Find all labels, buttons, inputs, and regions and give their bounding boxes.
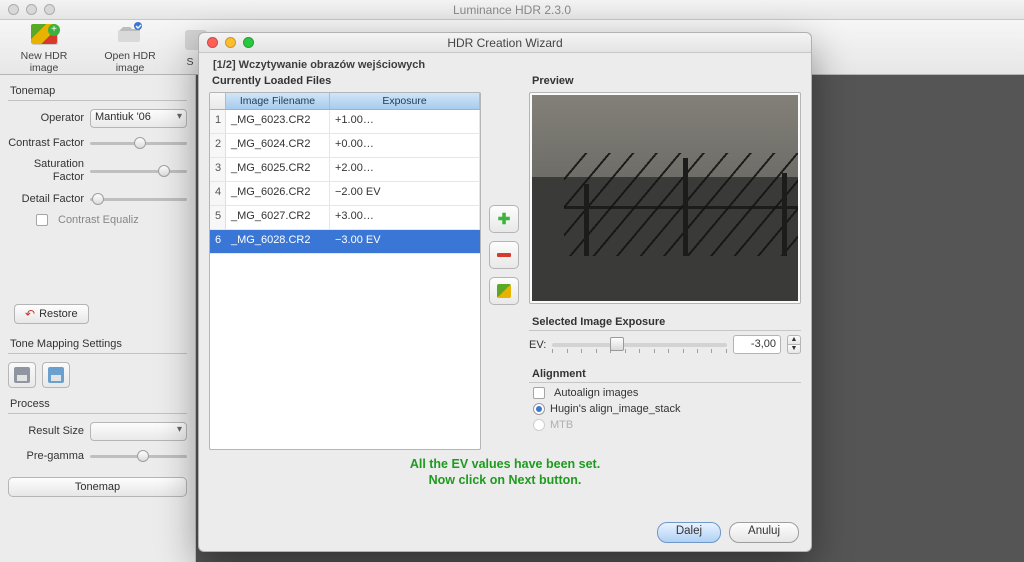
table-row[interactable]: 4_MG_6026.CR2−2.00 EV	[210, 182, 480, 206]
saturation-label: Saturation Factor	[8, 158, 84, 184]
contrast-equalization-checkbox[interactable]	[36, 214, 48, 226]
plus-icon: ✚	[498, 210, 511, 228]
step-label: [1/2] Wczytywanie obrazów wejściowych	[213, 59, 801, 71]
tonemap-group: Tonemap	[8, 85, 187, 101]
row-filename: _MG_6025.CR2	[226, 158, 330, 181]
detail-label: Detail Factor	[8, 193, 84, 206]
table-row[interactable]: 1_MG_6023.CR2+1.00…	[210, 110, 480, 134]
left-panel: Tonemap Operator Mantiuk '06 Contrast Fa…	[0, 75, 196, 562]
mtb-option: MTB	[533, 419, 801, 431]
row-index: 5	[210, 206, 226, 229]
image-icon	[497, 284, 511, 298]
ev-value-input[interactable]: -3,00	[733, 335, 781, 354]
result-size-label: Result Size	[8, 425, 84, 438]
step-down-icon[interactable]: ▼	[787, 344, 801, 354]
hdr-creation-wizard: HDR Creation Wizard [1/2] Wczytywanie ob…	[198, 32, 812, 552]
restore-button[interactable]: ↶ Restore	[14, 304, 89, 324]
preview-box	[529, 92, 801, 304]
minimize-icon[interactable]	[225, 37, 236, 48]
preview-image	[532, 95, 798, 301]
hugin-option[interactable]: Hugin's align_image_stack	[533, 403, 801, 415]
ev-stepper[interactable]: ▲ ▼	[787, 335, 801, 354]
contrast-label: Contrast Factor	[8, 137, 84, 150]
tms-group: Tone Mapping Settings	[8, 338, 187, 354]
hugin-radio[interactable]	[533, 403, 545, 415]
file-table[interactable]: Image Filename Exposure 1_MG_6023.CR2+1.…	[209, 92, 481, 450]
table-row[interactable]: 3_MG_6025.CR2+2.00…	[210, 158, 480, 182]
open-hdr-label: Open HDR image	[94, 50, 166, 74]
zoom-icon[interactable]	[44, 4, 55, 15]
row-index: 6	[210, 230, 226, 253]
close-icon[interactable]	[207, 37, 218, 48]
row-index: 1	[210, 110, 226, 133]
add-file-button[interactable]: ✚	[489, 205, 519, 233]
row-index: 2	[210, 134, 226, 157]
row-filename: _MG_6023.CR2	[226, 110, 330, 133]
new-hdr-label: New HDR image	[8, 50, 80, 74]
ev-slider[interactable]	[552, 336, 727, 354]
row-filename: _MG_6024.CR2	[226, 134, 330, 157]
col-filename[interactable]: Image Filename	[226, 93, 330, 109]
row-exposure: +2.00…	[330, 158, 480, 181]
modal-title: HDR Creation Wizard	[447, 36, 562, 50]
open-hdr-button[interactable]: Open HDR image	[94, 20, 166, 74]
table-row[interactable]: 2_MG_6024.CR2+0.00…	[210, 134, 480, 158]
process-group: Process	[8, 398, 187, 414]
row-filename: _MG_6028.CR2	[226, 230, 330, 253]
row-index: 3	[210, 158, 226, 181]
load-settings-button[interactable]	[42, 362, 70, 388]
toolbar-item-3[interactable]: S	[180, 26, 200, 68]
row-index: 4	[210, 182, 226, 205]
floppy-icon	[14, 367, 30, 383]
row-exposure: −3.00 EV	[330, 230, 480, 253]
zoom-icon[interactable]	[243, 37, 254, 48]
result-size-select[interactable]	[90, 422, 187, 441]
undo-icon: ↶	[25, 307, 35, 321]
mtb-radio	[533, 419, 545, 431]
row-exposure: +0.00…	[330, 134, 480, 157]
table-row[interactable]: 6_MG_6028.CR2−3.00 EV	[210, 230, 480, 254]
alignment-head: Alignment	[529, 368, 801, 383]
row-exposure: +1.00…	[330, 110, 480, 133]
contrast-equalization-label: Contrast Equaliz	[58, 214, 139, 226]
operator-label: Operator	[8, 112, 84, 125]
autoalign-checkbox[interactable]	[533, 387, 545, 399]
new-hdr-button[interactable]: + New HDR image	[8, 20, 80, 74]
minus-icon	[497, 253, 511, 257]
contrast-slider[interactable]	[90, 136, 187, 150]
app-title: Luminance HDR 2.3.0	[453, 3, 571, 17]
status-message: All the EV values have been set. Now cli…	[209, 456, 801, 488]
close-icon[interactable]	[8, 4, 19, 15]
ev-label: EV:	[529, 339, 546, 351]
operator-select[interactable]: Mantiuk '06	[90, 109, 187, 128]
floppy-open-icon	[48, 367, 64, 383]
main-titlebar: Luminance HDR 2.3.0	[0, 0, 1024, 20]
saturation-slider[interactable]	[90, 164, 187, 178]
col-exposure[interactable]: Exposure	[330, 93, 480, 109]
pregamma-slider[interactable]	[90, 449, 187, 463]
table-header: Image Filename Exposure	[210, 93, 480, 110]
step-up-icon[interactable]: ▲	[787, 335, 801, 344]
loaded-files-label: Currently Loaded Files	[209, 75, 481, 89]
save-settings-button[interactable]	[8, 362, 36, 388]
row-exposure: −2.00 EV	[330, 182, 480, 205]
detail-slider[interactable]	[90, 192, 187, 206]
row-exposure: +3.00…	[330, 206, 480, 229]
table-row[interactable]: 5_MG_6027.CR2+3.00…	[210, 206, 480, 230]
remove-file-button[interactable]	[489, 241, 519, 269]
preview-label: Preview	[529, 75, 801, 89]
next-button[interactable]: Dalej	[657, 522, 721, 543]
cancel-button[interactable]: Anuluj	[729, 522, 799, 543]
tonemap-button[interactable]: Tonemap	[8, 477, 187, 497]
row-filename: _MG_6026.CR2	[226, 182, 330, 205]
pregamma-label: Pre-gamma	[8, 450, 84, 463]
minimize-icon[interactable]	[26, 4, 37, 15]
row-filename: _MG_6027.CR2	[226, 206, 330, 229]
clear-files-button[interactable]	[489, 277, 519, 305]
autoalign-option[interactable]: Autoalign images	[533, 387, 801, 399]
exposure-head: Selected Image Exposure	[529, 316, 801, 331]
modal-titlebar: HDR Creation Wizard	[199, 33, 811, 53]
